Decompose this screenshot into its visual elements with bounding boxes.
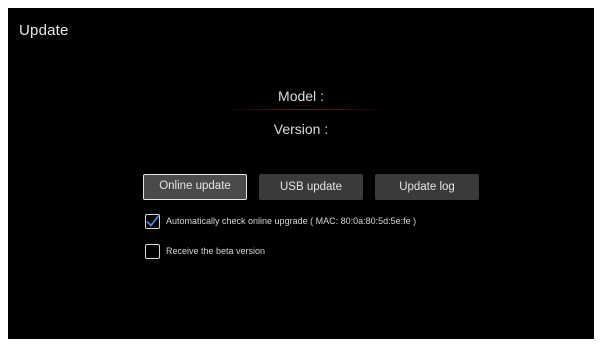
version-label: Version : xyxy=(273,121,329,137)
update-log-button[interactable]: Update log xyxy=(375,174,479,200)
auto-check-checkbox[interactable] xyxy=(145,213,160,229)
auto-check-label: Automatically check online upgrade ( MAC… xyxy=(166,216,417,226)
auto-check-option[interactable]: Automatically check online upgrade ( MAC… xyxy=(145,213,416,229)
model-divider xyxy=(220,109,390,110)
update-screen: Update Model : Version : Online update U… xyxy=(8,8,594,339)
usb-update-button[interactable]: USB update xyxy=(259,174,363,200)
beta-checkbox[interactable] xyxy=(145,243,160,259)
online-update-button[interactable]: Online update xyxy=(143,174,247,200)
page-title: Update xyxy=(19,22,69,39)
beta-label: Receive the beta version xyxy=(166,246,266,256)
beta-option[interactable]: Receive the beta version xyxy=(145,243,265,259)
checkmark-icon xyxy=(146,215,159,226)
model-label: Model : xyxy=(278,88,324,104)
